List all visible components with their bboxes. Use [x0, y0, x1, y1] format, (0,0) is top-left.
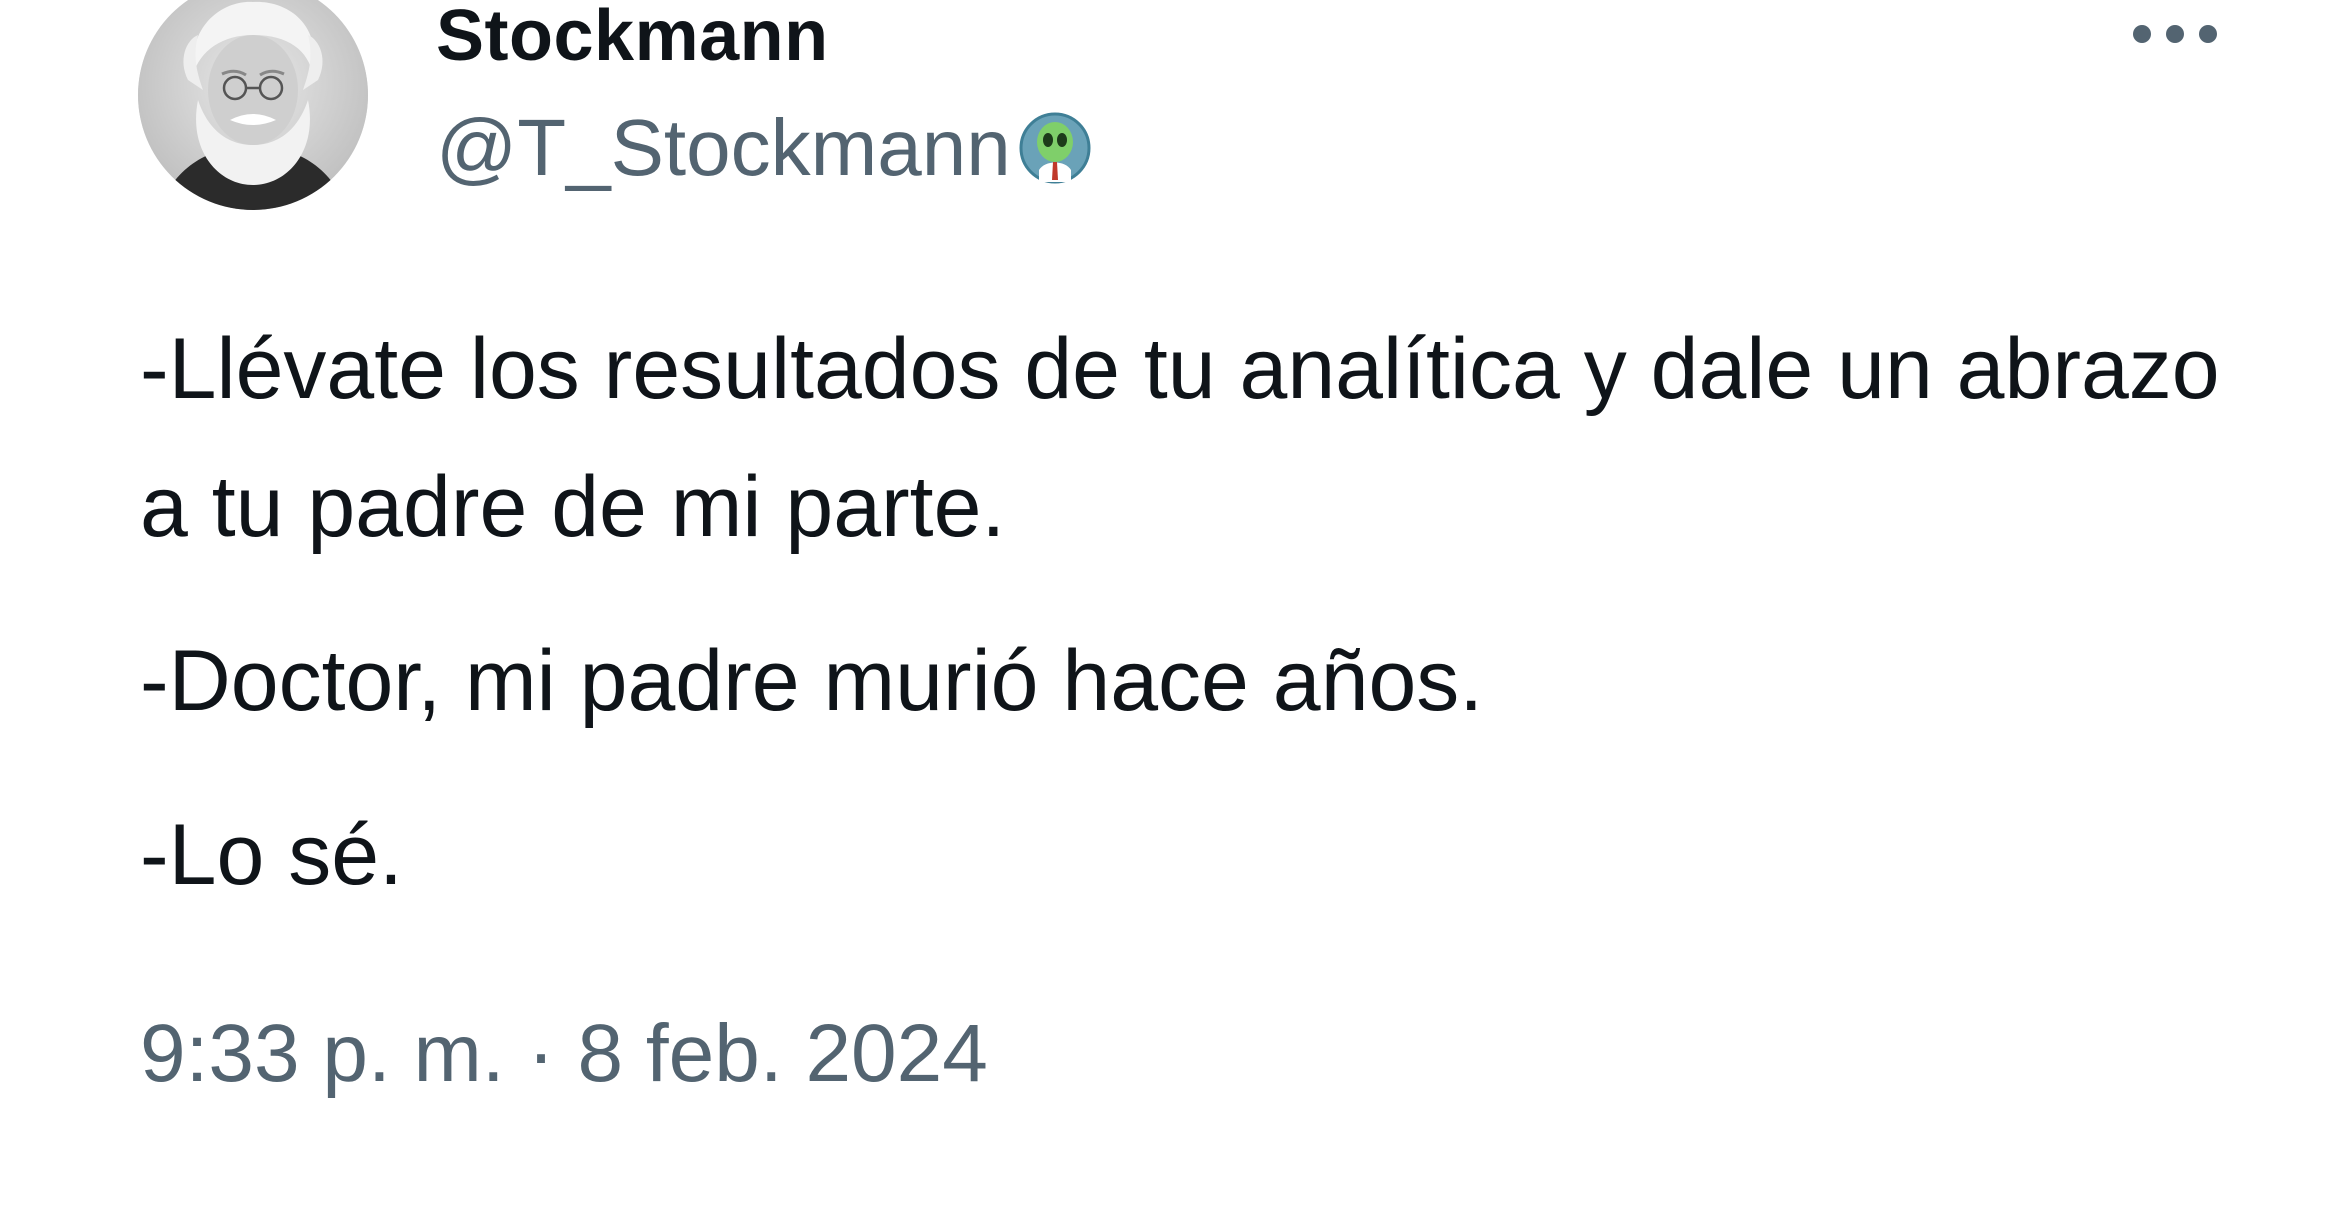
author-handle-row: @T_Stockmann — [436, 108, 1093, 188]
tweet-text: -Llévate los resultados de tu analítica … — [140, 300, 2240, 960]
tweet-card: Stockmann @T_Stockmann -Llévate los resu… — [0, 0, 2350, 1230]
tweet-timestamp[interactable]: 9:33 p. m. · 8 feb. 2024 — [140, 1004, 988, 1104]
author-display-name[interactable]: Stockmann — [436, 0, 829, 76]
portrait-avatar-image — [138, 0, 368, 210]
tweet-paragraph: -Doctor, mi padre murió hace años. — [140, 633, 1484, 729]
alien-emoji-badge-icon — [1017, 110, 1093, 186]
more-options-icon — [2133, 25, 2217, 43]
tweet-paragraph: -Llévate los resultados de tu analítica … — [140, 321, 2220, 555]
author-handle[interactable]: @T_Stockmann — [436, 108, 1011, 188]
author-avatar[interactable] — [138, 0, 368, 210]
more-options-button[interactable] — [2120, 4, 2230, 64]
tweet-paragraph: -Lo sé. — [140, 807, 403, 903]
